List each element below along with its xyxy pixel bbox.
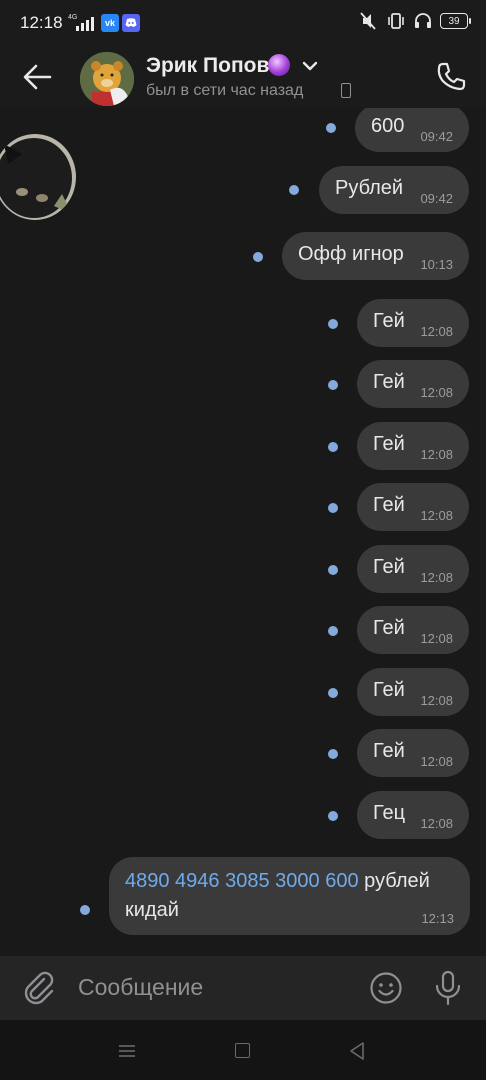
voice-message-button[interactable]	[432, 969, 464, 1007]
message-composer: Сообщение	[0, 956, 486, 1020]
system-navigation-bar	[0, 1020, 486, 1080]
message-bubble[interactable]: Рублей 09:42	[319, 166, 469, 214]
message-time: 09:42	[420, 191, 453, 206]
message-text: Офф игнор	[298, 243, 404, 265]
message-text: Гей	[373, 617, 405, 639]
message-bubble[interactable]: Гей 12:08	[357, 422, 469, 470]
battery-icon: 39	[440, 13, 471, 29]
peer-name[interactable]: Эрик Попов	[146, 54, 269, 78]
message-text: Гей	[373, 433, 405, 455]
message-time: 12:08	[420, 816, 453, 831]
message-bubble[interactable]: 600 09:42	[355, 108, 469, 152]
message-text: Гей	[373, 310, 405, 332]
unread-dot	[80, 905, 90, 915]
phone-icon	[437, 62, 466, 91]
card-number-link[interactable]: 4890 4946 3085 3000	[125, 870, 320, 892]
unread-dot	[328, 811, 338, 821]
unread-dot	[328, 319, 338, 329]
vibrate-icon	[388, 13, 404, 29]
message-time: 12:08	[420, 631, 453, 646]
crystal-ball-emoji-icon	[268, 54, 290, 76]
status-time: 12:18	[20, 13, 63, 32]
chevron-down-icon[interactable]	[300, 58, 320, 74]
amount-link[interactable]: 600	[325, 870, 358, 892]
message-text: Гей	[373, 371, 405, 393]
mobile-device-icon	[341, 83, 351, 98]
unread-dot	[328, 442, 338, 452]
message-text-line2: кидай	[125, 899, 179, 921]
message-time: 09:42	[420, 129, 453, 144]
message-input[interactable]: Сообщение	[78, 974, 203, 1001]
unread-dot	[328, 565, 338, 575]
headphones-icon	[415, 13, 431, 28]
message-text: Гей	[373, 740, 405, 762]
arrow-left-icon	[23, 64, 52, 90]
unread-dot	[289, 185, 299, 195]
message-time: 10:13	[420, 257, 453, 272]
home-icon[interactable]	[235, 1043, 250, 1058]
unread-dot	[328, 749, 338, 759]
message-time: 12:08	[420, 693, 453, 708]
unread-dot	[328, 688, 338, 698]
discord-notification-icon	[122, 14, 140, 32]
message-text: Гей	[373, 679, 405, 701]
peer-avatar[interactable]	[80, 52, 134, 106]
message-time: 12:08	[420, 385, 453, 400]
message-text-rest: рублей	[364, 870, 430, 892]
smiley-icon	[370, 972, 402, 1004]
signal-icon: 4G	[68, 12, 96, 32]
message-time: 12:08	[420, 324, 453, 339]
unread-dot	[328, 626, 338, 636]
status-bar: 12:18 4G vk 39	[0, 0, 486, 46]
back-button[interactable]	[20, 60, 56, 94]
message-bubble[interactable]: Офф игнор 10:13	[282, 232, 469, 280]
back-triangle-icon[interactable]	[348, 1041, 366, 1061]
message-bubble[interactable]: Гей 12:08	[357, 545, 469, 593]
message-text: Рублей	[335, 177, 404, 199]
message-bubble[interactable]: Гей 12:08	[357, 606, 469, 654]
message-text: Гей	[373, 556, 405, 578]
microphone-icon	[435, 970, 461, 1006]
message-time: 12:08	[420, 508, 453, 523]
sender-avatar[interactable]	[0, 134, 76, 220]
message-bubble[interactable]: Гей 12:08	[357, 299, 469, 347]
vk-notification-icon: vk	[101, 14, 119, 32]
unread-dot	[328, 380, 338, 390]
unread-dot	[326, 123, 336, 133]
attach-button[interactable]	[22, 970, 56, 1006]
message-bubble[interactable]: Гей 12:08	[357, 668, 469, 716]
chat-header: Эрик Попов был в сети час назад	[0, 46, 486, 108]
unread-dot	[328, 503, 338, 513]
recent-apps-icon[interactable]	[118, 1044, 136, 1058]
message-time: 12:08	[420, 447, 453, 462]
message-time: 12:08	[420, 570, 453, 585]
call-button[interactable]	[434, 60, 468, 94]
message-list[interactable]: 600 09:42 Рублей 09:42 Офф игнор 10:13 Г…	[0, 108, 486, 956]
message-bubble[interactable]: Гей 12:08	[357, 729, 469, 777]
message-bubble[interactable]: Гей 12:08	[357, 360, 469, 408]
message-text: 4890 4946 3085 3000 600 рублей	[125, 870, 430, 893]
message-time: 12:13	[421, 911, 454, 926]
message-bubble[interactable]: Гей 12:08	[357, 483, 469, 531]
emoji-button[interactable]	[369, 971, 403, 1005]
peer-online-status: был в сети час назад	[146, 82, 304, 99]
message-text: 600	[371, 115, 405, 137]
message-bubble[interactable]: Гец 12:08	[357, 791, 469, 839]
message-text: Гец	[373, 802, 406, 824]
message-time: 12:08	[420, 754, 453, 769]
mute-icon	[360, 12, 376, 30]
unread-dot	[253, 252, 263, 262]
message-bubble[interactable]: 4890 4946 3085 3000 600 рублей кидай 12:…	[109, 857, 470, 935]
paperclip-icon	[24, 971, 54, 1005]
message-text: Гей	[373, 494, 405, 516]
